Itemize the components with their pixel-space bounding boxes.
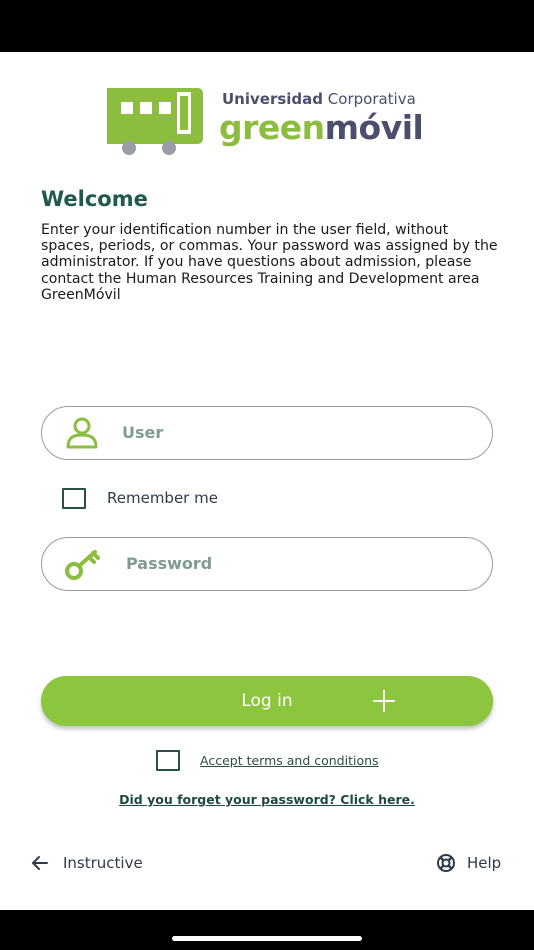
- forgot-password-link[interactable]: Did you forget your password? Click here…: [0, 792, 534, 807]
- login-button-label: Log in: [241, 691, 293, 711]
- welcome-instructions: Enter your identification number in the …: [41, 222, 498, 303]
- bottom-bar: [0, 910, 534, 950]
- remember-me-label[interactable]: Remember me: [107, 489, 218, 507]
- brand-name: greenmóvil: [219, 108, 424, 147]
- help-label: Help: [467, 854, 502, 872]
- login-button[interactable]: Log in: [41, 676, 493, 726]
- password-input[interactable]: [126, 538, 466, 589]
- help-link[interactable]: Help: [436, 852, 501, 874]
- terms-link[interactable]: Accept terms and conditions: [200, 753, 379, 768]
- user-input[interactable]: [122, 407, 462, 458]
- remember-me-checkbox[interactable]: [62, 488, 86, 509]
- bus-logo-icon: [107, 88, 203, 155]
- instructive-label: Instructive: [63, 854, 143, 872]
- brand-logo: Universidad Corporativa greenmóvil: [107, 84, 437, 160]
- welcome-title: Welcome: [41, 187, 148, 211]
- arrow-left-icon: [32, 856, 48, 870]
- key-icon: [65, 550, 100, 580]
- user-field[interactable]: [41, 406, 493, 460]
- login-screen: Universidad Corporativa greenmóvil Welco…: [0, 52, 534, 910]
- brand-top-text: Universidad Corporativa: [222, 90, 416, 108]
- user-icon: [66, 417, 98, 449]
- home-indicator[interactable]: [172, 936, 362, 941]
- status-bar: [0, 0, 534, 52]
- terms-checkbox[interactable]: [156, 750, 180, 771]
- instructive-link[interactable]: Instructive: [30, 852, 143, 874]
- plus-icon: [373, 690, 395, 712]
- password-field[interactable]: [41, 537, 493, 591]
- lifebuoy-icon: [437, 854, 455, 872]
